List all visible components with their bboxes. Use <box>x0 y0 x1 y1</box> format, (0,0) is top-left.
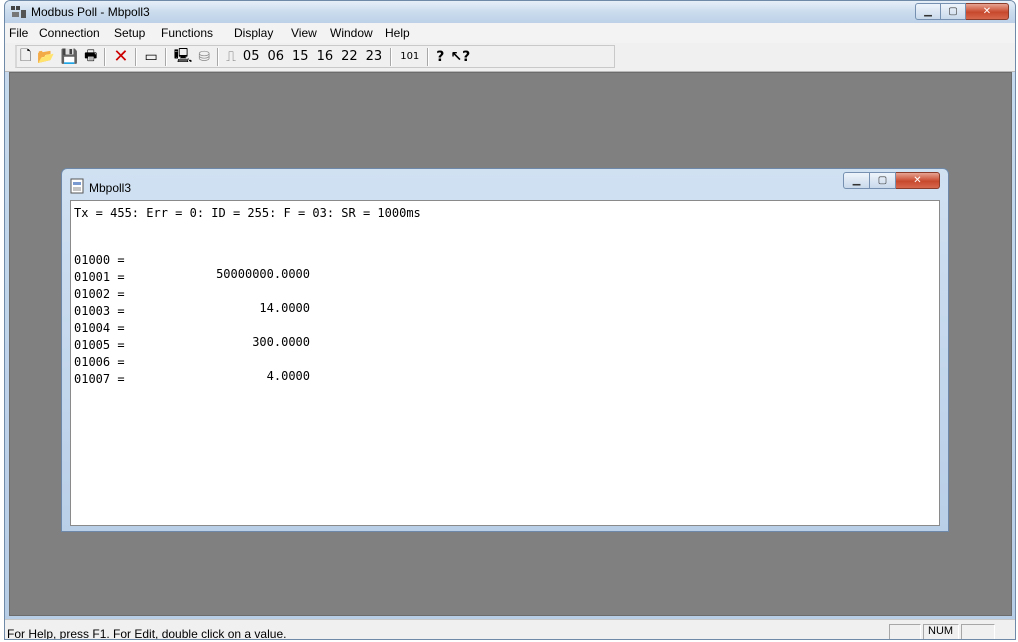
about-button[interactable]: ? <box>433 47 447 67</box>
pulse-button[interactable]: ⎍ <box>223 47 239 67</box>
fc15-button[interactable]: 15 <box>288 49 313 64</box>
child-minimize-button[interactable]: ▁ <box>843 172 870 189</box>
fc23-button[interactable]: 23 <box>362 49 387 64</box>
toolbar-separator <box>104 47 107 66</box>
register-row[interactable]: 01000 = 50000000.0000 <box>74 239 310 281</box>
new-document-icon: 🗋 <box>20 47 32 64</box>
modbus-app-icon <box>11 6 26 18</box>
maximize-icon: ▢ <box>877 175 888 186</box>
minimize-icon: ▁ <box>924 6 932 17</box>
child-titlebar[interactable]: Mbpoll3 ▁ ▢ ✕ <box>62 169 948 201</box>
fc05-button[interactable]: 05 <box>239 49 264 64</box>
fc06-button[interactable]: 06 <box>263 49 288 64</box>
menu-setup[interactable]: Setup <box>114 26 145 40</box>
fc16-button[interactable]: 16 <box>313 49 338 64</box>
register-value[interactable]: 14.0000 <box>162 301 310 315</box>
document-icon <box>70 178 84 194</box>
main-window: Modbus Poll - Mbpoll3 ▁ ▢ ✕ File Connect… <box>4 0 1016 640</box>
save-button[interactable]: 💾 <box>58 47 81 67</box>
toolbar-separator <box>427 47 430 66</box>
child-window-title: Mbpoll3 <box>89 181 132 195</box>
menu-functions[interactable]: Functions <box>161 26 213 40</box>
status-panel-scroll <box>961 624 995 639</box>
toolbar-separator <box>217 47 220 66</box>
fc22-button[interactable]: 22 <box>337 49 362 64</box>
device-icon: ⛁ <box>198 48 211 65</box>
register-row[interactable]: 01005 = <box>74 324 146 352</box>
communication-button[interactable]: ⛁ <box>195 47 213 67</box>
menu-file[interactable]: File <box>9 26 28 40</box>
register-address: 01007 = <box>74 372 125 386</box>
register-value[interactable]: 4.0000 <box>162 369 310 383</box>
toolbar-separator <box>164 47 167 66</box>
disconnect-button[interactable]: ✕ <box>110 46 131 67</box>
close-icon: ✕ <box>913 175 922 186</box>
status-panel-num: NUM <box>923 624 959 639</box>
close-button[interactable]: ✕ <box>966 3 1009 20</box>
print-button[interactable]: 🖶 <box>81 47 100 67</box>
register-value[interactable]: 300.0000 <box>162 335 310 349</box>
menu-display[interactable]: Display <box>234 26 273 40</box>
child-window-controls: ▁ ▢ ✕ <box>843 172 940 189</box>
mdi-workspace: Mbpoll3 ▁ ▢ ✕ Tx = 455: Err = 0: ID = 25… <box>9 72 1012 616</box>
register-row[interactable]: 01004 = 300.0000 <box>74 307 310 349</box>
toolbar-strip: 🗋 📂 💾 🖶 ✕ ▭ 🖳 ⛁ ⎍ 05 06 15 16 22 23 101 … <box>15 45 615 68</box>
window-controls: ▁ ▢ ✕ <box>915 3 1009 21</box>
menu-view[interactable]: View <box>291 26 317 40</box>
floppy-disk-icon: 💾 <box>60 48 79 65</box>
address-mode-button[interactable]: 101 <box>396 51 423 62</box>
menu-bar: File Connection Setup Functions Display … <box>5 23 1015 44</box>
open-button[interactable]: 📂 <box>34 47 57 67</box>
maximize-button[interactable]: ▢ <box>941 3 966 20</box>
register-row[interactable]: 01003 = <box>74 290 146 318</box>
context-help-button[interactable]: ↖? <box>447 47 473 67</box>
minimize-icon: ▁ <box>852 175 861 186</box>
minimize-button[interactable]: ▁ <box>915 3 941 20</box>
register-value[interactable]: 50000000.0000 <box>162 267 310 281</box>
mbpoll-child-window: Mbpoll3 ▁ ▢ ✕ Tx = 455: Err = 0: ID = 25… <box>61 168 949 532</box>
pointer-help-icon: ↖? <box>450 48 471 65</box>
pulse-icon: ⎍ <box>226 48 236 65</box>
printer-icon: 🖶 <box>84 47 98 64</box>
monitor-icon: 🖳 <box>173 47 193 64</box>
status-bar: For Help, press F1. For Edit, double cli… <box>5 619 1015 640</box>
child-maximize-button[interactable]: ▢ <box>870 172 896 189</box>
menu-window[interactable]: Window <box>330 26 373 40</box>
red-x-icon: ✕ <box>113 46 129 67</box>
new-button[interactable]: 🗋 <box>17 47 34 67</box>
child-close-button[interactable]: ✕ <box>896 172 940 189</box>
status-panel-caps <box>889 624 921 639</box>
open-folder-icon: 📂 <box>37 48 55 65</box>
register-row[interactable]: 01007 = <box>74 358 146 386</box>
menu-connection[interactable]: Connection <box>39 26 100 40</box>
window-title: Modbus Poll - Mbpoll3 <box>31 5 150 19</box>
help-question-icon: ? <box>436 48 445 65</box>
window-button[interactable]: ▭ <box>141 47 160 67</box>
monitor-button[interactable]: 🖳 <box>171 47 196 67</box>
register-row[interactable]: 01001 = <box>74 256 146 284</box>
close-icon: ✕ <box>982 6 992 17</box>
register-view: Tx = 455: Err = 0: ID = 255: F = 03: SR … <box>70 200 940 526</box>
window-icon: ▭ <box>144 48 158 65</box>
maximize-icon: ▢ <box>948 6 958 17</box>
register-row[interactable]: 01006 = 4.0000 <box>74 341 310 383</box>
poll-status-line: Tx = 455: Err = 0: ID = 255: F = 03: SR … <box>74 206 421 220</box>
register-row[interactable]: 01002 = 14.0000 <box>74 273 310 315</box>
menu-help[interactable]: Help <box>385 26 410 40</box>
toolbar-separator <box>135 47 138 66</box>
toolbar: 🗋 📂 💾 🖶 ✕ ▭ 🖳 ⛁ ⎍ 05 06 15 16 22 23 101 … <box>5 43 1015 72</box>
main-titlebar[interactable]: Modbus Poll - Mbpoll3 ▁ ▢ ✕ <box>5 1 1015 24</box>
status-help-text: For Help, press F1. For Edit, double cli… <box>7 627 287 640</box>
toolbar-separator <box>390 47 393 66</box>
